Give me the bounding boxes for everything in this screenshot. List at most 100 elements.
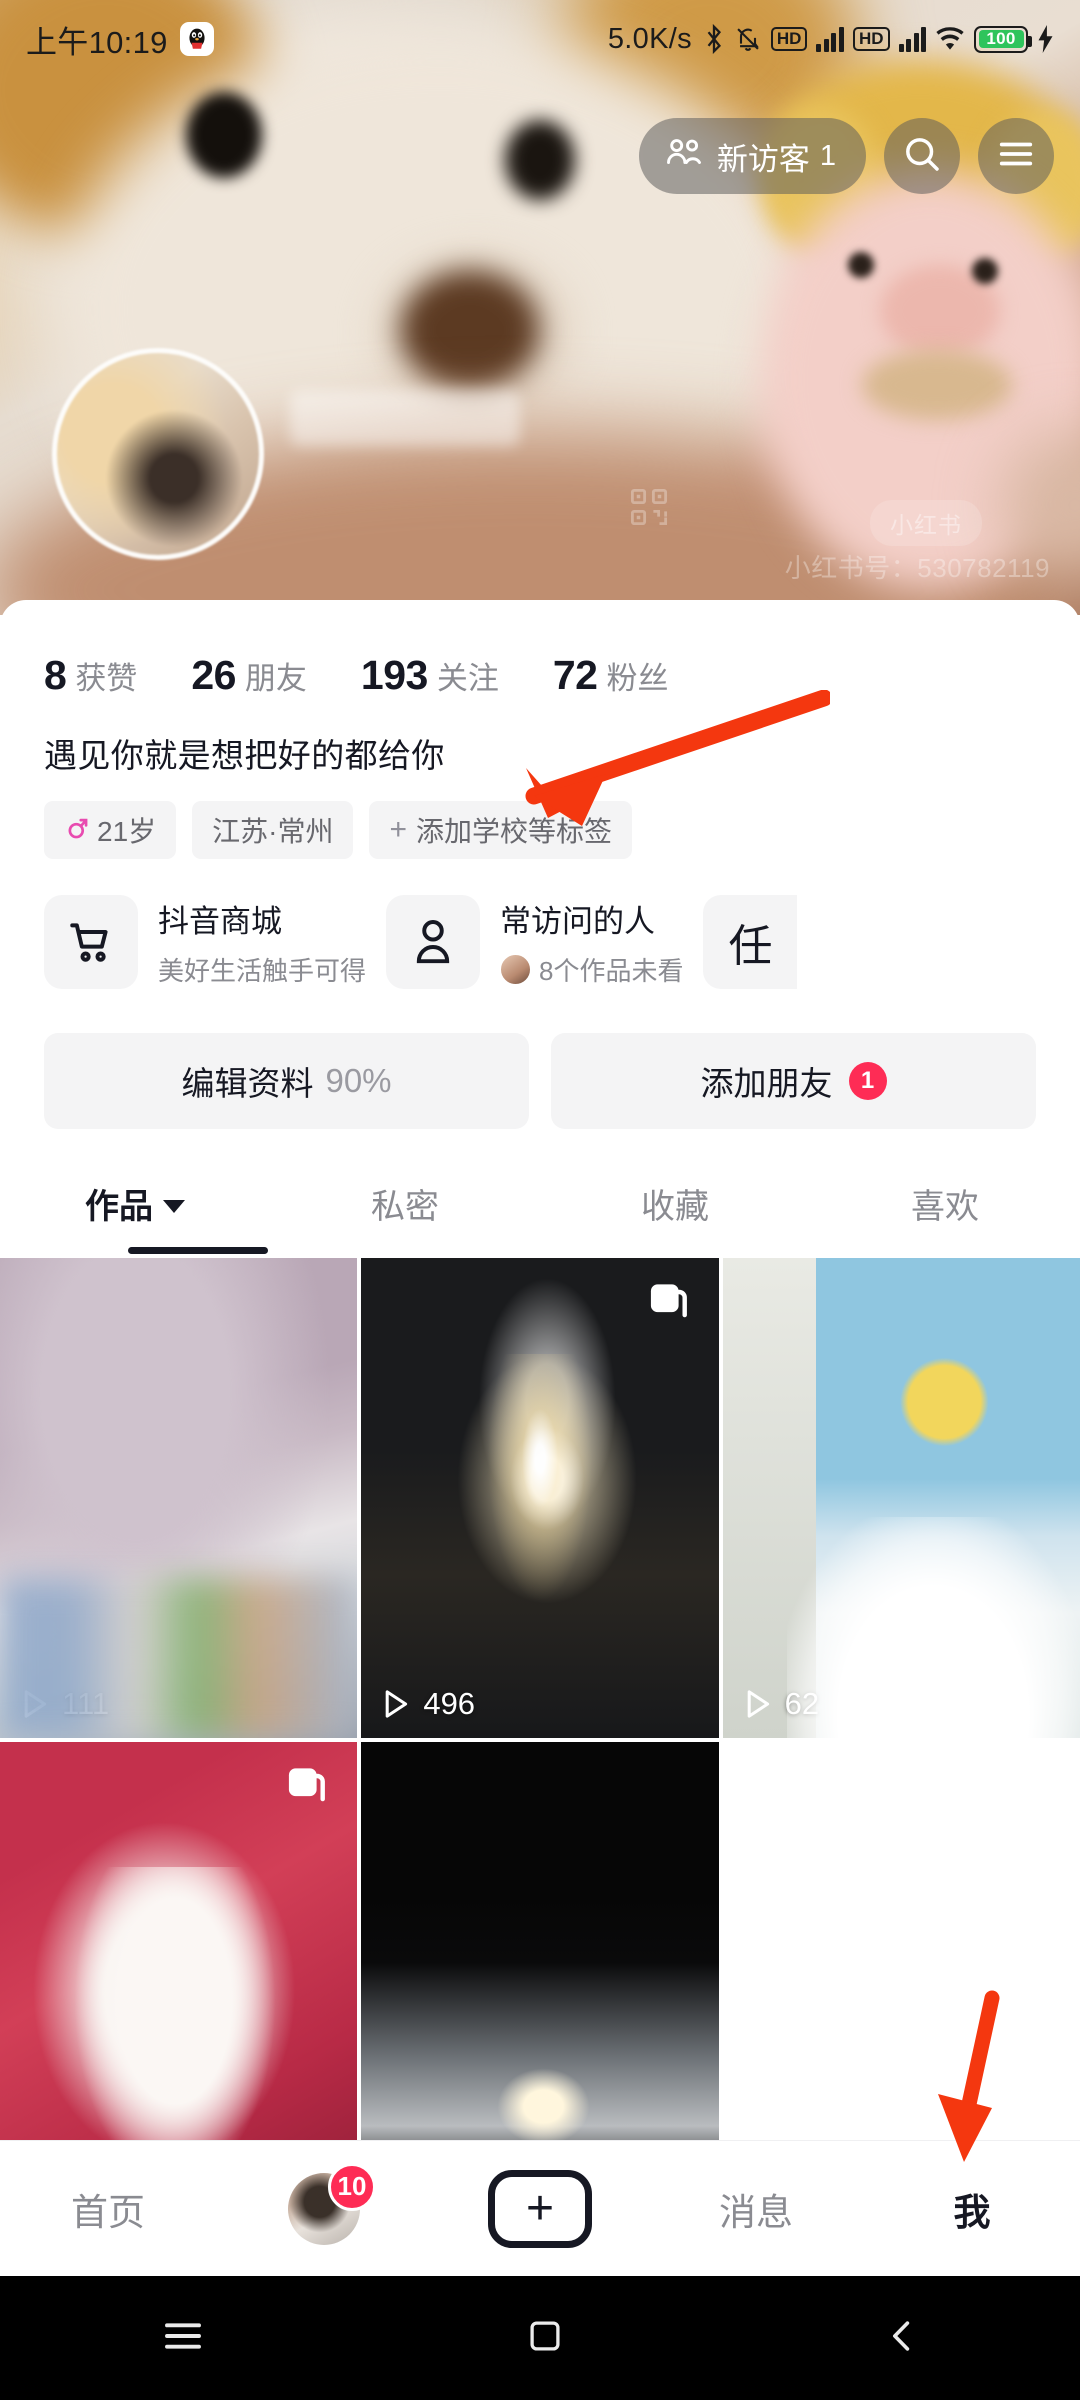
stat-label: 关注 — [436, 661, 499, 696]
battery-level: 100 — [986, 29, 1016, 48]
signal-bars-icon-2 — [898, 26, 926, 52]
recents-icon[interactable] — [161, 2320, 205, 2357]
play-count-value: 111 — [62, 1686, 110, 1721]
female-gender-icon — [64, 813, 88, 848]
signal-bars-icon-1 — [816, 26, 844, 52]
tab-likes[interactable]: 喜欢 — [810, 1179, 1080, 1254]
nav-friends[interactable]: 10 — [216, 2162, 432, 2245]
edit-profile-label: 编辑资料 — [181, 1065, 314, 1102]
stat-value: 193 — [360, 652, 428, 698]
tag-location[interactable]: 江苏·常州 — [192, 801, 354, 859]
card-frequent-visitors[interactable]: 常访问的人 8个作品未看 — [386, 895, 683, 989]
multi-image-icon — [283, 1764, 331, 1817]
stat-label: 获赞 — [75, 661, 138, 696]
cover-decor — [400, 270, 540, 390]
mini-avatar — [500, 954, 532, 985]
tab-active-underline — [128, 1247, 268, 1254]
cover-decor — [186, 92, 262, 178]
stat-following[interactable]: 193 关注 — [361, 652, 499, 699]
tag-label: 21岁 — [97, 816, 157, 847]
nav-create[interactable]: + — [432, 2169, 648, 2248]
action-buttons: 编辑资料 90% 添加朋友 1 — [0, 989, 1080, 1129]
stat-label: 朋友 — [244, 661, 307, 696]
play-count-value: 62 — [784, 1686, 820, 1721]
play-count: 62 — [743, 1686, 819, 1722]
edit-profile-percent: 90% — [325, 1062, 392, 1099]
status-bar: 上午10:19 5.0K/s HD HD 100 — [0, 0, 1080, 78]
add-friend-label: 添加朋友 — [700, 1065, 833, 1102]
stat-friends[interactable]: 26 朋友 — [191, 652, 307, 699]
tag-add-school[interactable]: + 添加学校等标签 — [369, 801, 633, 859]
stat-followers[interactable]: 72 粉丝 — [553, 652, 669, 699]
status-bar-right: 5.0K/s HD HD 100 — [608, 23, 1054, 56]
menu-button[interactable] — [978, 118, 1054, 194]
charging-bolt-icon — [1037, 25, 1054, 53]
status-bar-left: 上午10:19 — [26, 17, 214, 62]
network-speed: 5.0K/s — [607, 22, 692, 55]
tags-row: 21岁 江苏·常州 + 添加学校等标签 — [0, 777, 1080, 859]
bluetooth-icon — [703, 24, 725, 54]
plus-icon: + — [389, 813, 408, 846]
avatar[interactable] — [52, 348, 264, 560]
card-text: 常访问的人 8个作品未看 — [500, 896, 683, 988]
video-cell[interactable]: 62 — [722, 1258, 1080, 1738]
tag-label: 江苏·常州 — [212, 816, 334, 847]
header-actions: 新访客 1 — [638, 118, 1054, 194]
edit-profile-button[interactable]: 编辑资料 90% — [44, 1033, 529, 1129]
tab-label: 收藏 — [641, 1188, 709, 1226]
cover-decor — [972, 258, 998, 284]
tag-age[interactable]: 21岁 — [44, 801, 177, 859]
phone-screen: 小红书 小红书号：530782119 上午10:19 5.0K/s HD HD … — [0, 0, 1080, 2400]
partial-card-label: 任 — [728, 922, 773, 971]
qr-code-icon — [628, 486, 670, 533]
shortcut-cards: 抖音商城 美好生活触手可得 常访问的人 8个作品未看 任 — [0, 859, 1080, 989]
battery-icon: 100 — [974, 25, 1032, 53]
card-subtitle: 美好生活触手可得 — [158, 956, 367, 986]
content-tabs: 作品 私密 收藏 喜欢 — [0, 1179, 1080, 1254]
multi-image-icon — [645, 1280, 693, 1333]
bell-mute-icon — [734, 25, 762, 53]
tag-label: 添加学校等标签 — [416, 816, 613, 847]
new-visitor-count: 1 — [819, 139, 836, 172]
shopping-cart-icon — [44, 895, 138, 989]
tab-label: 私密 — [371, 1188, 439, 1226]
stat-label: 粉丝 — [606, 661, 669, 696]
nav-label: 首页 — [71, 2191, 145, 2233]
back-icon[interactable] — [885, 2318, 919, 2359]
card-douyin-mall[interactable]: 抖音商城 美好生活触手可得 — [44, 895, 366, 989]
add-friend-badge: 1 — [848, 1062, 887, 1100]
stat-value: 8 — [44, 652, 67, 698]
nav-profile[interactable]: 我 — [864, 2182, 1080, 2236]
new-visitor-button[interactable]: 新访客 1 — [638, 118, 866, 194]
stat-likes[interactable]: 8 获赞 — [44, 652, 137, 699]
new-visitor-label: 新访客 — [716, 141, 810, 177]
video-grid: 111 496 62 — [0, 1258, 1080, 2222]
search-button[interactable] — [884, 118, 960, 194]
add-friend-button[interactable]: 添加朋友 1 — [551, 1033, 1036, 1129]
search-icon — [902, 134, 942, 179]
cover-decor — [848, 252, 874, 278]
video-cell[interactable]: 496 — [361, 1258, 719, 1738]
partial-card-icon: 任 — [703, 895, 798, 989]
bio-text[interactable]: 遇见你就是想把好的都给你 — [0, 699, 1080, 777]
stats-row: 8 获赞 26 朋友 193 关注 72 粉丝 — [0, 600, 1080, 699]
tab-label: 喜欢 — [911, 1188, 979, 1226]
nav-label: 我 — [953, 2191, 991, 2233]
tab-works[interactable]: 作品 — [0, 1179, 270, 1254]
tab-private[interactable]: 私密 — [270, 1179, 540, 1254]
tab-label: 作品 — [85, 1188, 153, 1226]
tab-favorites[interactable]: 收藏 — [540, 1179, 810, 1254]
card-title: 常访问的人 — [500, 904, 656, 939]
person-icon — [386, 895, 481, 989]
video-cell[interactable]: 111 — [0, 1258, 358, 1738]
watermark-id: 小红书号：530782119 — [784, 553, 1050, 583]
wifi-icon — [935, 26, 965, 52]
nav-messages[interactable]: 消息 — [648, 2182, 864, 2236]
nav-home[interactable]: 首页 — [0, 2182, 216, 2236]
card-partial[interactable]: 任 — [703, 895, 798, 989]
home-icon[interactable] — [527, 2318, 563, 2359]
card-title: 抖音商城 — [158, 904, 282, 939]
status-time: 上午10:19 — [26, 24, 168, 60]
nickname — [290, 390, 520, 446]
chevron-down-icon — [163, 1200, 185, 1213]
